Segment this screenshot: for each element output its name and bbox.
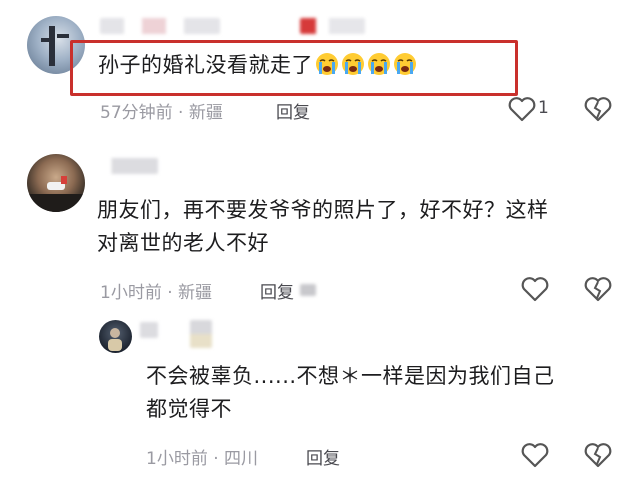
loudly-crying-face-icon <box>394 53 416 75</box>
timestamp: 1小时前 <box>100 283 162 303</box>
comment-text-line: 对离世的老人不好 <box>97 231 269 255</box>
reply-button[interactable]: 回复 <box>276 98 310 123</box>
dislike-broken-heart-icon[interactable] <box>583 94 613 124</box>
username-redacted <box>100 18 220 34</box>
dislike-broken-heart-icon[interactable] <box>583 274 613 304</box>
timestamp: 57分钟前 <box>100 103 173 123</box>
avatar-person-icon <box>108 328 122 351</box>
comment-text-line: 不会被辜负......不想＊一样是因为我们自己 <box>146 364 555 388</box>
username-redacted <box>100 158 158 174</box>
location: 新疆 <box>188 103 223 123</box>
username-redacted-2 <box>300 18 365 34</box>
comment-text-line: 朋友们，再不要发爷爷的照片了，好不好？这样 <box>97 198 549 222</box>
comment-meta: 1小时前 · 新疆 <box>100 278 212 303</box>
loudly-crying-face-icon <box>368 53 390 75</box>
loudly-crying-face-icon <box>316 53 338 75</box>
comment-meta: 1小时前 · 四川 <box>146 444 258 469</box>
comment-3-reply: 不会被辜负......不想＊一样是因为我们自己 都觉得不 1小时前 · 四川 回… <box>0 310 640 487</box>
comment-meta: 57分钟前 · 新疆 <box>100 98 223 123</box>
separator: · <box>172 103 189 123</box>
comment-2: 朋友们，再不要发爷爷的照片了，好不好？这样 对离世的老人不好 1小时前 · 新疆… <box>0 150 640 310</box>
comment-text: 孙子的婚礼没看就走了 <box>98 49 417 82</box>
dislike-broken-heart-icon[interactable] <box>583 440 613 470</box>
comment-text-line: 都觉得不 <box>146 397 232 421</box>
avatar[interactable] <box>99 320 132 353</box>
location: 四川 <box>224 449 259 469</box>
avatar[interactable] <box>27 154 85 212</box>
redaction-block <box>300 284 316 296</box>
username-redacted <box>140 322 158 338</box>
heart-icon[interactable] <box>507 94 537 124</box>
comment-text: 不会被辜负......不想＊一样是因为我们自己 都觉得不 <box>146 360 626 426</box>
loudly-crying-face-icon <box>342 53 364 75</box>
comment-1: 孙子的婚礼没看就走了 57分钟前 · 新疆 回复 1 <box>0 0 640 130</box>
separator: · <box>161 283 179 303</box>
separator: · <box>207 449 225 469</box>
reply-button[interactable]: 回复 <box>260 278 294 303</box>
comment-text: 朋友们，再不要发爷爷的照片了，好不好？这样 对离世的老人不好 <box>97 194 617 260</box>
heart-icon[interactable] <box>520 440 550 470</box>
username-redacted-2 <box>190 320 212 348</box>
comment-text-content: 孙子的婚礼没看就走了 <box>98 53 313 77</box>
location: 新疆 <box>178 283 213 303</box>
reply-button[interactable]: 回复 <box>306 444 340 469</box>
heart-icon[interactable] <box>520 274 550 304</box>
timestamp: 1小时前 <box>146 449 208 469</box>
avatar-person-icon <box>27 176 85 212</box>
like-count: 1 <box>538 98 549 118</box>
